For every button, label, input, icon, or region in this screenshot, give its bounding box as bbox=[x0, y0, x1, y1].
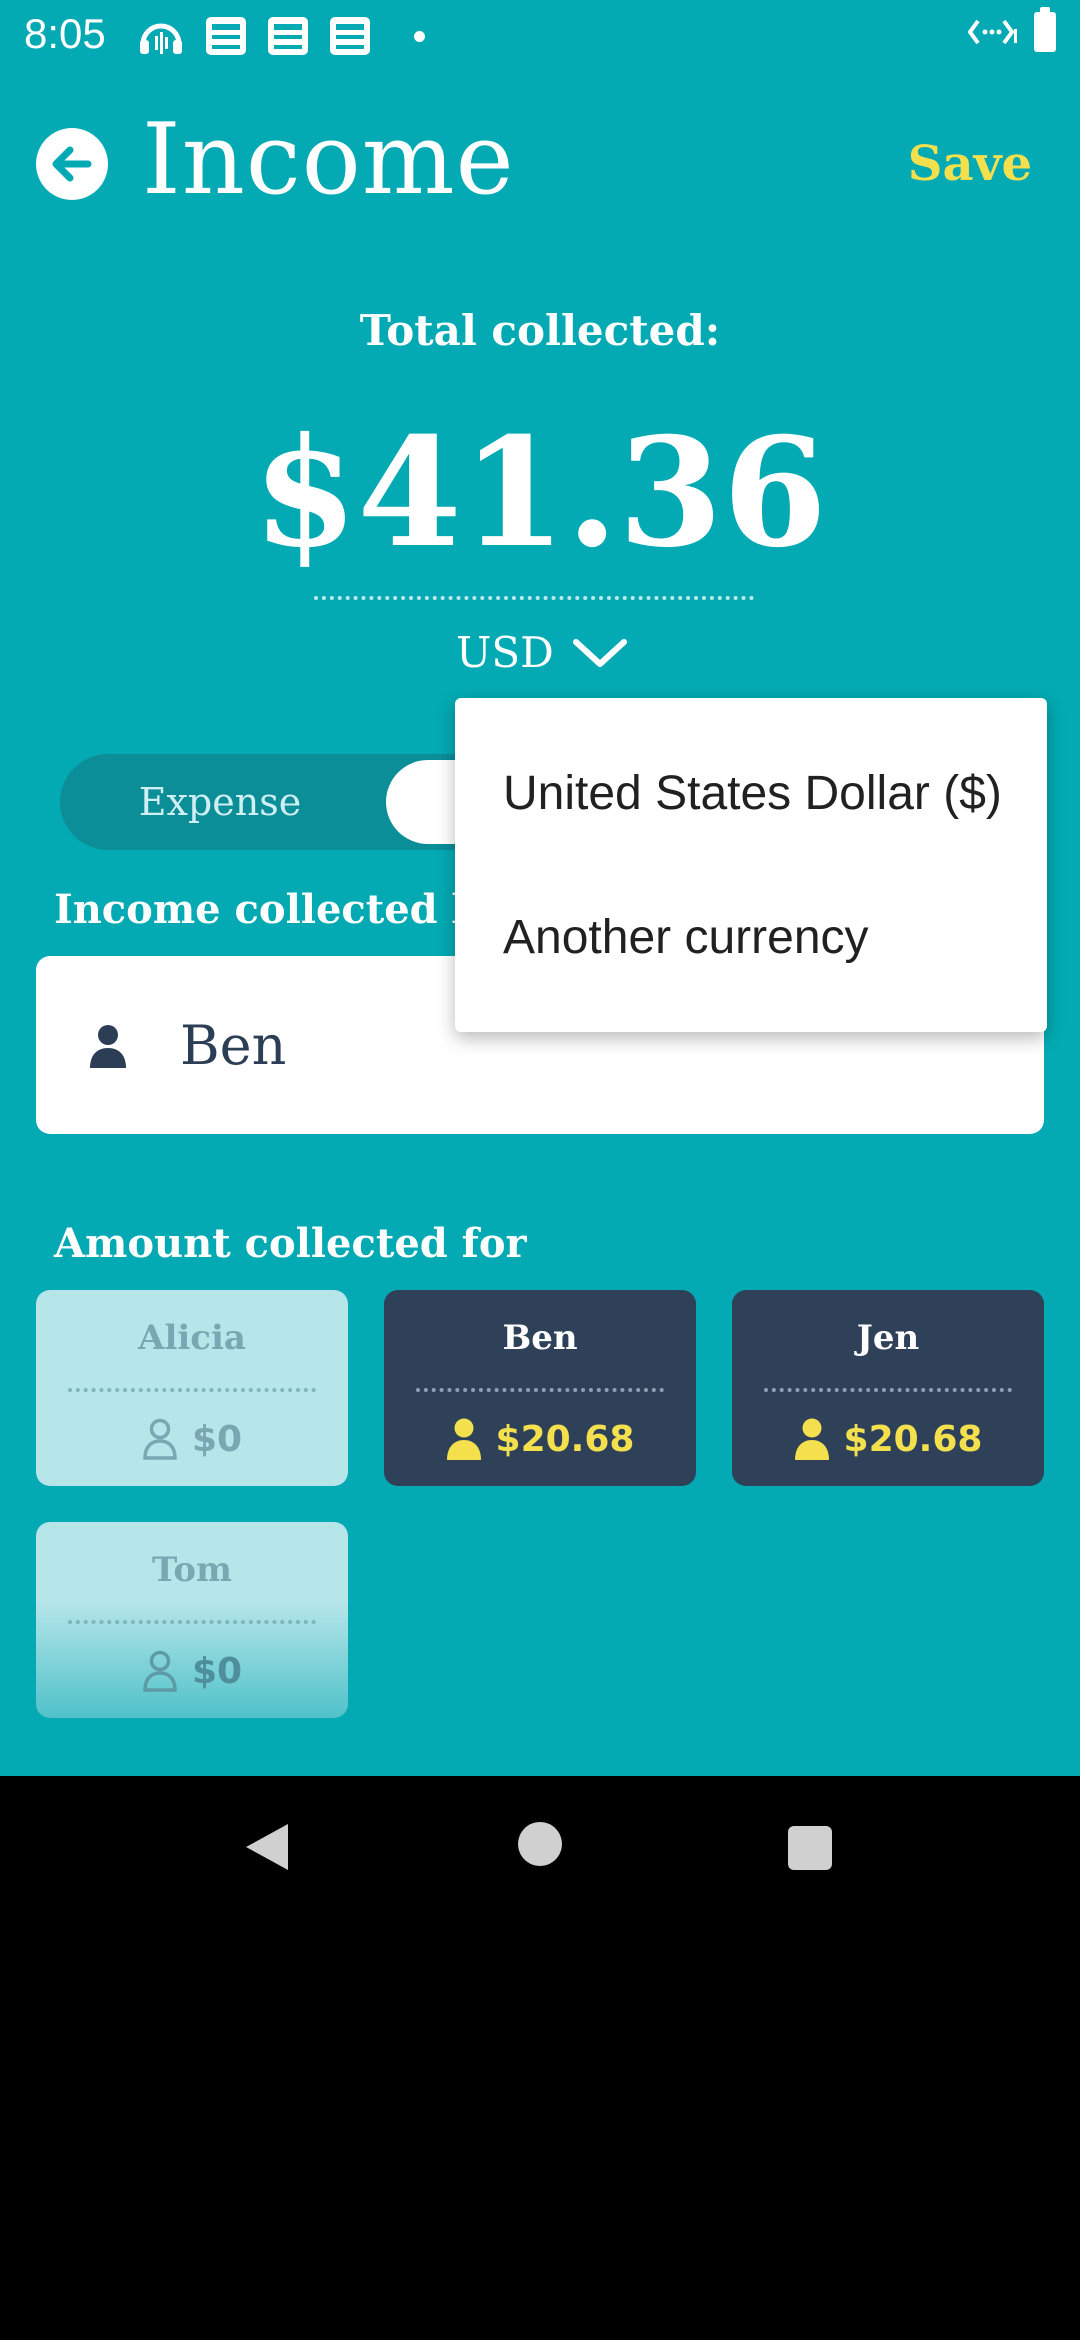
notification-dot bbox=[414, 30, 425, 42]
person-icon bbox=[446, 1418, 481, 1460]
amount-underline bbox=[314, 596, 754, 600]
tile-amount: $0 bbox=[191, 1650, 243, 1692]
news-icon bbox=[268, 17, 308, 55]
menu-item-another-currency[interactable]: Another currency bbox=[503, 910, 869, 965]
tile-amount: $20.68 bbox=[495, 1418, 635, 1460]
total-amount[interactable]: $41.36 bbox=[0, 418, 1080, 568]
podcast-icon bbox=[140, 23, 182, 54]
person-icon bbox=[794, 1418, 829, 1460]
person-tile-alicia[interactable]: Alicia $0 bbox=[36, 1290, 348, 1486]
toggle-expense[interactable]: Expense bbox=[60, 754, 380, 850]
currency-dropdown-menu: United States Dollar ($) Another currenc… bbox=[455, 698, 1047, 1032]
total-label: Total collected: bbox=[359, 306, 721, 355]
status-notification-icons bbox=[138, 14, 425, 58]
battery-icon bbox=[1034, 7, 1056, 52]
tile-divider bbox=[764, 1388, 1012, 1392]
payer-name: Ben bbox=[180, 1014, 287, 1077]
tile-name: Ben bbox=[502, 1318, 578, 1358]
person-icon bbox=[90, 1025, 126, 1068]
nav-recents-icon[interactable] bbox=[788, 1826, 832, 1870]
news-icon bbox=[330, 17, 370, 55]
tile-amount: $0 bbox=[191, 1418, 243, 1460]
tile-divider bbox=[68, 1388, 316, 1392]
person-outline-icon bbox=[143, 1650, 177, 1692]
nav-back-icon[interactable] bbox=[244, 1822, 290, 1872]
collected-for-label: Amount collected for bbox=[54, 1220, 527, 1267]
status-time: 8:05 bbox=[24, 10, 106, 57]
person-tile-ben[interactable]: Ben $20.68 bbox=[384, 1290, 696, 1486]
tile-amount: $20.68 bbox=[843, 1418, 983, 1460]
person-tile-tom[interactable]: Tom $0 bbox=[36, 1522, 348, 1718]
news-icon bbox=[206, 17, 246, 55]
currency-selector[interactable]: USD bbox=[456, 628, 628, 677]
back-button[interactable] bbox=[36, 128, 108, 200]
tile-divider bbox=[416, 1388, 664, 1392]
tile-name: Alicia bbox=[138, 1318, 246, 1358]
menu-item-usd[interactable]: United States Dollar ($) bbox=[503, 766, 1002, 821]
status-system-icons bbox=[968, 7, 1056, 52]
page-title: Income bbox=[142, 103, 515, 217]
collected-by-label: Income collected by bbox=[54, 886, 503, 933]
person-tile-jen[interactable]: Jen $20.68 bbox=[732, 1290, 1044, 1486]
currency-code: USD bbox=[456, 628, 554, 677]
nav-home-icon[interactable] bbox=[518, 1822, 562, 1866]
tile-name: Jen bbox=[856, 1318, 920, 1358]
person-outline-icon bbox=[143, 1418, 177, 1460]
chevron-down-icon bbox=[572, 638, 627, 667]
app-screen: 8:05 Income Save Total collected: $41.36… bbox=[0, 0, 1080, 1776]
tile-name: Tom bbox=[151, 1550, 233, 1590]
arrow-left-icon bbox=[52, 146, 92, 182]
data-saver-icon bbox=[968, 19, 1017, 45]
save-button[interactable]: Save bbox=[908, 136, 1032, 192]
tile-divider bbox=[68, 1620, 316, 1624]
